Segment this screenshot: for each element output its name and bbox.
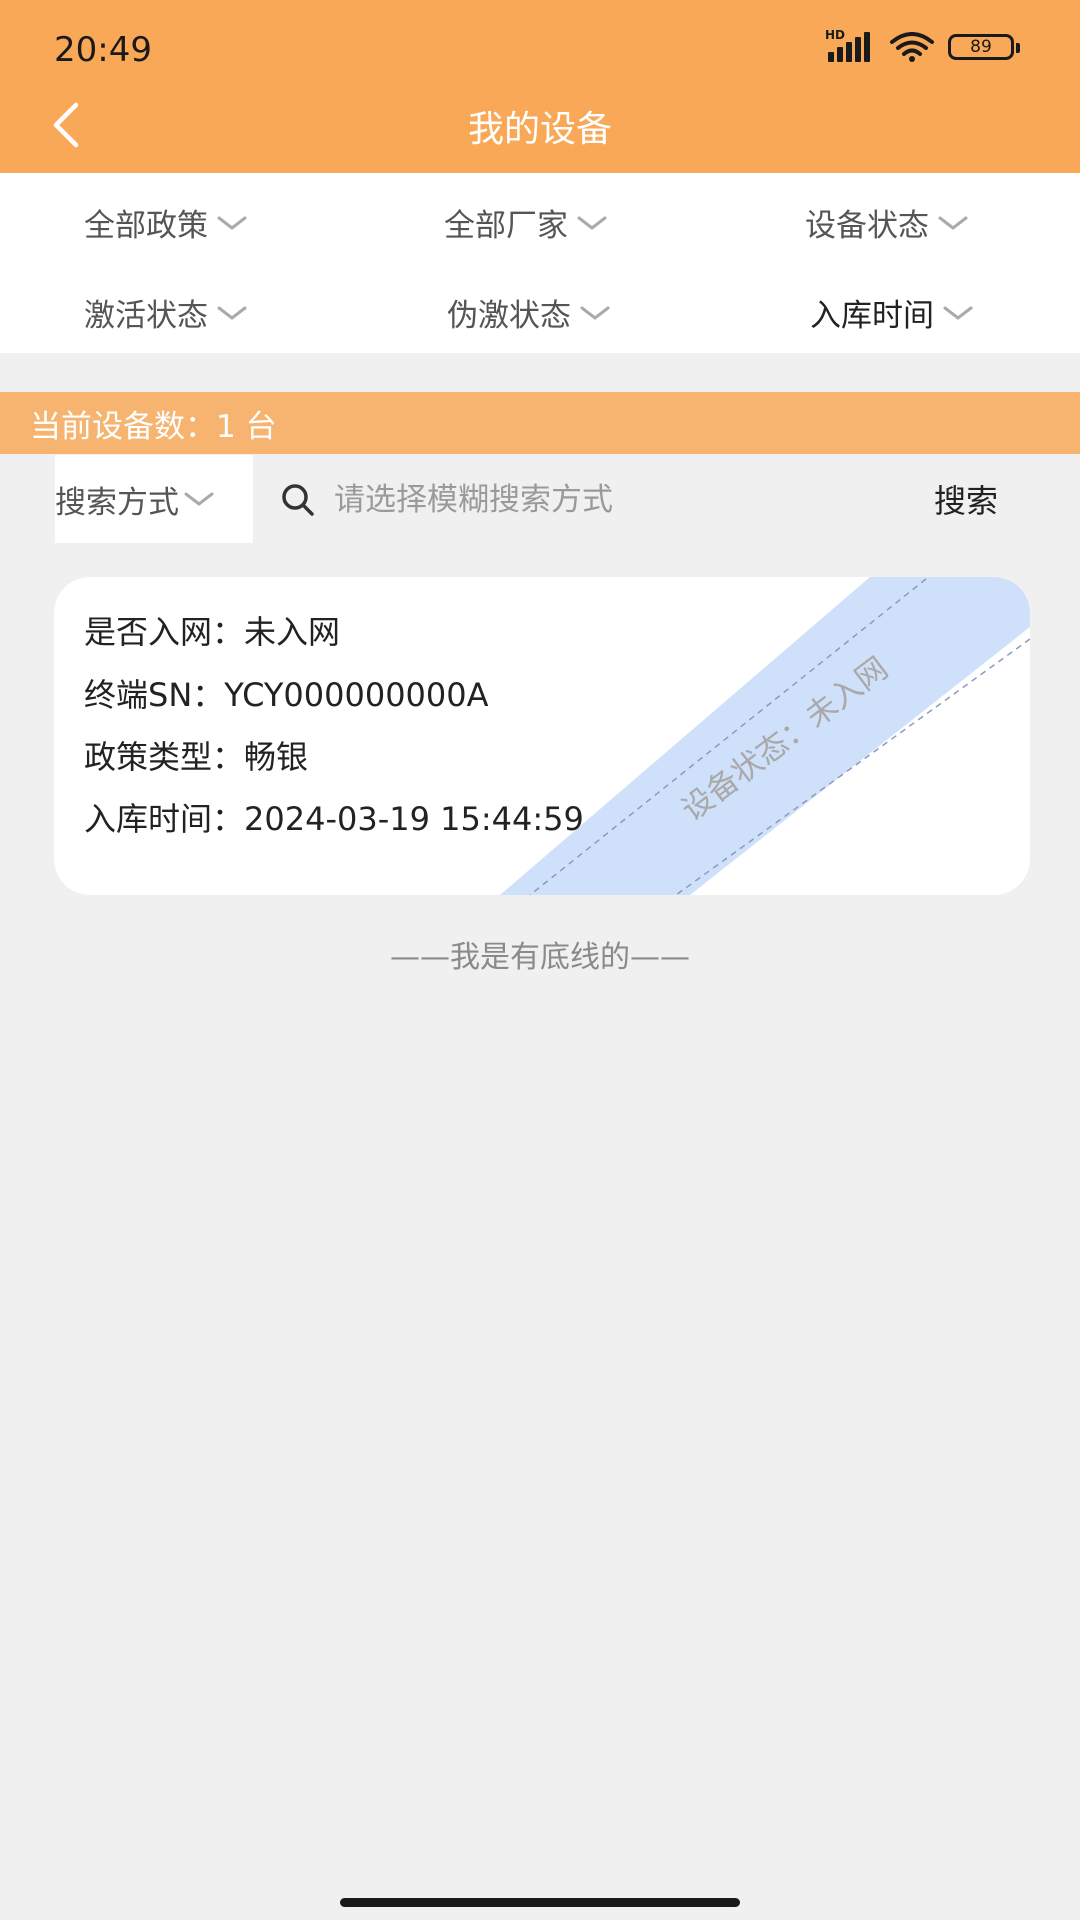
filter-fake-activation-dropdown[interactable]: 伪激状态 [447, 290, 611, 335]
battery-icon: 89 [948, 34, 1020, 60]
stock-time-value: 2024-03-19 15:44:59 [244, 800, 584, 838]
battery-level: 89 [970, 37, 992, 57]
chevron-down-icon [217, 306, 247, 320]
filter-device-status-dropdown[interactable]: 设备状态 [805, 200, 969, 245]
network-value: 未入网 [244, 613, 341, 651]
search-input[interactable] [334, 470, 894, 530]
search-icon [282, 484, 314, 516]
filter-vendor-dropdown[interactable]: 全部厂家 [444, 200, 608, 245]
home-indicator[interactable] [340, 1898, 740, 1907]
network-row: 是否入网：未入网 [84, 607, 340, 653]
device-count-text: 当前设备数：1 台 [30, 408, 277, 445]
filter-policy-dropdown[interactable]: 全部政策 [84, 200, 248, 245]
policy-row: 政策类型：畅银 [84, 732, 308, 778]
search-button[interactable]: 搜索 [934, 476, 998, 522]
filter-activation-label: 激活状态 [84, 298, 208, 334]
search-mode-label: 搜索方式 [55, 484, 179, 521]
page: 20:49 HD 89 我的设备 全部政策 全部厂家 设备状态 激活状态 伪激状… [0, 0, 1080, 1920]
filter-fake-activation-label: 伪激状态 [447, 298, 571, 334]
filter-stock-time-label: 入库时间 [810, 298, 934, 334]
policy-value: 畅银 [244, 738, 309, 776]
chevron-down-icon [217, 216, 247, 230]
stock-time-row: 入库时间：2024-03-19 15:44:59 [84, 794, 584, 840]
header-bar: 20:49 HD 89 我的设备 [0, 0, 1080, 173]
stock-time-label: 入库时间： [84, 800, 245, 838]
end-of-list-text: ——我是有底线的—— [390, 940, 690, 975]
signal-icon: HD [825, 28, 870, 62]
filter-stock-time-dropdown[interactable]: 入库时间 [810, 290, 974, 335]
status-icons: HD 89 [825, 28, 1020, 62]
filter-panel: 全部政策 全部厂家 设备状态 激活状态 伪激状态 入库时间 [0, 173, 1080, 353]
chevron-down-icon [184, 492, 214, 506]
sn-label: 终端SN： [84, 676, 225, 714]
filter-vendor-label: 全部厂家 [444, 208, 568, 244]
chevron-down-icon [580, 306, 610, 320]
search-mode-dropdown[interactable]: 搜索方式 [55, 455, 253, 543]
wifi-icon [890, 32, 934, 62]
filter-policy-label: 全部政策 [84, 208, 208, 244]
status-time: 20:49 [54, 30, 152, 70]
chevron-down-icon [943, 306, 973, 320]
filter-activation-dropdown[interactable]: 激活状态 [84, 290, 248, 335]
network-type-label: HD [825, 28, 846, 42]
device-count-bar: 当前设备数：1 台 [0, 392, 1080, 454]
network-label: 是否入网： [84, 613, 245, 651]
sn-row: 终端SN：YCY000000000A [84, 670, 489, 716]
policy-label: 政策类型： [84, 738, 245, 776]
sn-value: YCY000000000A [224, 676, 489, 714]
device-card[interactable]: 设备状态：未入网 是否入网：未入网 终端SN：YCY000000000A 政策类… [54, 577, 1030, 895]
page-title: 我的设备 [467, 109, 612, 150]
chevron-down-icon [938, 216, 968, 230]
filter-device-status-label: 设备状态 [805, 208, 929, 244]
chevron-down-icon [577, 216, 607, 230]
